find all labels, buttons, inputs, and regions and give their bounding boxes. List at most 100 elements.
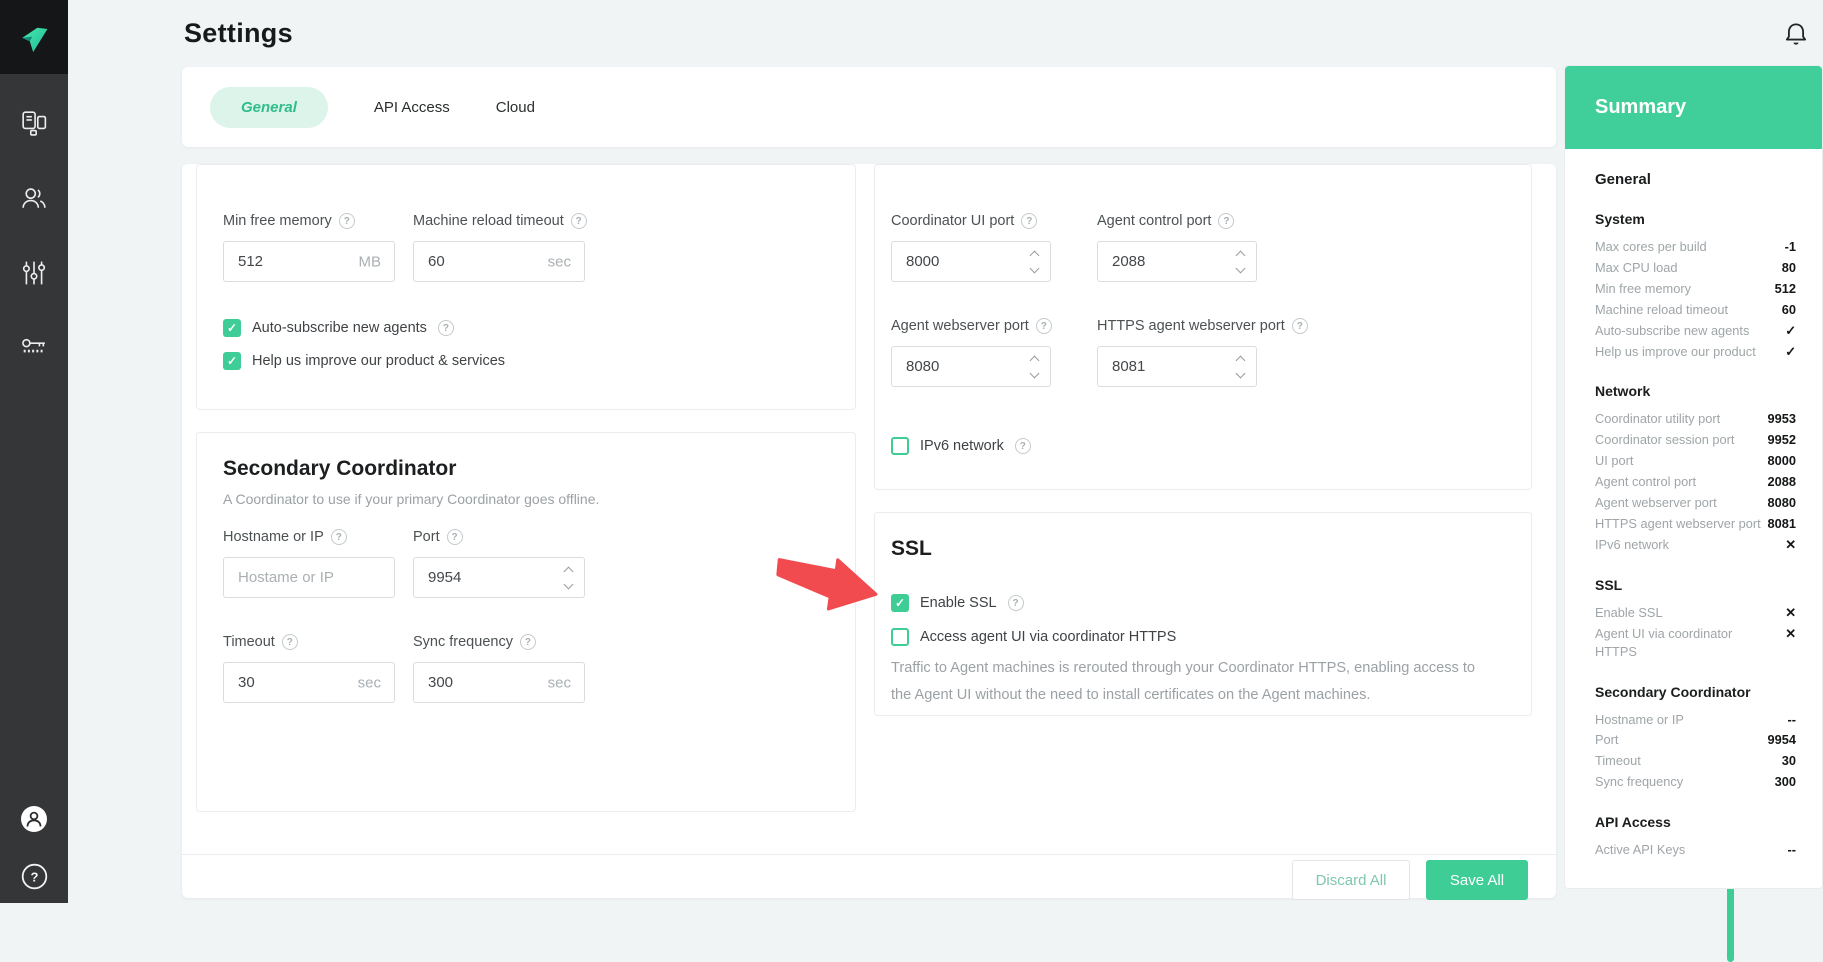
sidebar-item-api-keys[interactable]	[19, 333, 49, 363]
coordinator-ui-port-input[interactable]	[892, 242, 1050, 281]
tab-api-access[interactable]: API Access	[374, 99, 450, 116]
stepper-down-icon[interactable]	[564, 579, 574, 589]
stepper-up-icon[interactable]	[1030, 355, 1040, 365]
sidebar-item-users[interactable]	[19, 183, 49, 213]
check-icon: ✓	[1785, 343, 1796, 361]
auto-subscribe-row: ✓ Auto-subscribe new agents ?	[223, 319, 855, 337]
sync-frequency-label: Sync frequency	[413, 634, 513, 650]
tab-cloud[interactable]: Cloud	[496, 99, 535, 116]
tab-general[interactable]: General	[210, 87, 328, 128]
agent-webserver-port-field: Agent webserver port ?	[891, 318, 1051, 387]
secondary-coordinator-card: Secondary Coordinator A Coordinator to u…	[196, 432, 856, 812]
summary-row: IPv6 network✕	[1595, 536, 1796, 554]
summary-row: Timeout30	[1595, 752, 1796, 770]
ipv6-network-row: IPv6 network ?	[891, 437, 1531, 455]
summary-group-ssl: SSL	[1595, 577, 1796, 593]
auto-subscribe-label: Auto-subscribe new agents	[252, 320, 427, 336]
summary-row: Enable SSL✕	[1595, 604, 1796, 622]
svg-text:?: ?	[30, 869, 38, 884]
summary-row: Agent control port2088	[1595, 473, 1796, 491]
help-circle-icon[interactable]: ?	[1015, 438, 1031, 454]
help-circle-icon[interactable]: ?	[282, 634, 298, 650]
help-circle-icon[interactable]: ?	[1036, 318, 1052, 334]
https-agent-webserver-port-input[interactable]	[1098, 347, 1256, 386]
help-circle-icon[interactable]: ?	[339, 213, 355, 229]
key-icon	[21, 335, 47, 361]
help-circle-icon[interactable]: ?	[447, 529, 463, 545]
sidebar-item-machines[interactable]	[19, 108, 49, 138]
notifications-button[interactable]	[1782, 20, 1812, 54]
summary-row: Max CPU load80	[1595, 259, 1796, 277]
summary-row: Coordinator utility port9953	[1595, 410, 1796, 428]
help-circle-icon[interactable]: ?	[438, 320, 454, 336]
footer-divider	[182, 854, 1556, 855]
sidebar-item-settings[interactable]	[19, 258, 49, 288]
summary-group-system: System	[1595, 211, 1796, 227]
help-circle-icon[interactable]: ?	[1021, 213, 1037, 229]
summary-row: Port9954	[1595, 731, 1796, 749]
hostname-input[interactable]	[224, 558, 394, 597]
min-free-memory-label: Min free memory	[223, 213, 332, 229]
unit-suffix: sec	[548, 253, 571, 270]
access-agent-ui-checkbox[interactable]	[891, 628, 909, 646]
summary-row: Hostname or IP--	[1595, 711, 1796, 729]
auto-subscribe-checkbox[interactable]: ✓	[223, 319, 241, 337]
summary-row: HTTPS agent webserver port8081	[1595, 515, 1796, 533]
machine-reload-timeout-label: Machine reload timeout	[413, 213, 564, 229]
summary-row: Max cores per build-1	[1595, 238, 1796, 256]
ssl-card: SSL ✓ Enable SSL ? Access agent UI via c…	[874, 512, 1532, 716]
stepper-up-icon[interactable]	[564, 566, 574, 576]
machine-reload-timeout-field: Machine reload timeout ? sec	[413, 213, 585, 282]
agent-control-port-label: Agent control port	[1097, 213, 1211, 229]
summary-row: Min free memory512	[1595, 280, 1796, 298]
stepper-down-icon[interactable]	[1030, 263, 1040, 273]
stepper-up-icon[interactable]	[1030, 250, 1040, 260]
sidebar-nav	[0, 108, 68, 363]
footer-actions: Discard All Save All	[1292, 860, 1528, 900]
help-circle-icon[interactable]: ?	[1292, 318, 1308, 334]
summary-row: Machine reload timeout60	[1595, 301, 1796, 319]
user-avatar[interactable]	[19, 804, 49, 834]
summary-body: General System Max cores per build-1 Max…	[1565, 149, 1822, 859]
agent-control-port-input[interactable]	[1098, 242, 1256, 281]
agent-webserver-port-input[interactable]	[892, 347, 1050, 386]
help-circle-icon[interactable]: ?	[1218, 213, 1234, 229]
stepper-down-icon[interactable]	[1236, 263, 1246, 273]
access-agent-ui-row: Access agent UI via coordinator HTTPS	[891, 628, 1515, 646]
unit-suffix: MB	[359, 253, 382, 270]
help-button[interactable]: ?	[19, 861, 49, 891]
stepper-down-icon[interactable]	[1236, 368, 1246, 378]
sidebar-bottom: ?	[0, 804, 68, 903]
app-logo[interactable]	[0, 0, 68, 74]
summary-group-network: Network	[1595, 383, 1796, 399]
secondary-port-label: Port	[413, 529, 440, 545]
discard-all-button[interactable]: Discard All	[1292, 860, 1410, 900]
stepper-down-icon[interactable]	[1030, 368, 1040, 378]
stepper-up-icon[interactable]	[1236, 250, 1246, 260]
timeout-label: Timeout	[223, 634, 275, 650]
help-circle-icon[interactable]: ?	[571, 213, 587, 229]
help-circle-icon[interactable]: ?	[520, 634, 536, 650]
stepper-up-icon[interactable]	[1236, 355, 1246, 365]
summary-row: Coordinator session port9952	[1595, 431, 1796, 449]
improve-product-label: Help us improve our product & services	[252, 353, 505, 369]
help-circle-icon[interactable]: ?	[331, 529, 347, 545]
summary-header: Summary	[1565, 66, 1822, 149]
sliders-icon	[21, 260, 47, 286]
https-agent-webserver-port-label: HTTPS agent webserver port	[1097, 318, 1285, 334]
summary-panel: Summary General System Max cores per bui…	[1564, 65, 1823, 889]
agent-control-port-field: Agent control port ?	[1097, 213, 1257, 282]
ipv6-network-checkbox[interactable]	[891, 437, 909, 455]
ssl-title: SSL	[891, 537, 1515, 561]
secondary-port-field: Port ?	[413, 529, 585, 598]
hostname-label: Hostname or IP	[223, 529, 324, 545]
summary-row: UI port8000	[1595, 452, 1796, 470]
save-all-button[interactable]: Save All	[1426, 860, 1528, 900]
hostname-field: Hostname or IP ?	[223, 529, 395, 598]
improve-product-checkbox[interactable]: ✓	[223, 352, 241, 370]
avatar-icon	[20, 805, 48, 833]
network-ports-card: Coordinator UI port ? Agent control port…	[874, 164, 1532, 490]
secondary-port-input[interactable]	[414, 558, 584, 597]
enable-ssl-checkbox[interactable]: ✓	[891, 594, 909, 612]
help-circle-icon[interactable]: ?	[1008, 595, 1024, 611]
